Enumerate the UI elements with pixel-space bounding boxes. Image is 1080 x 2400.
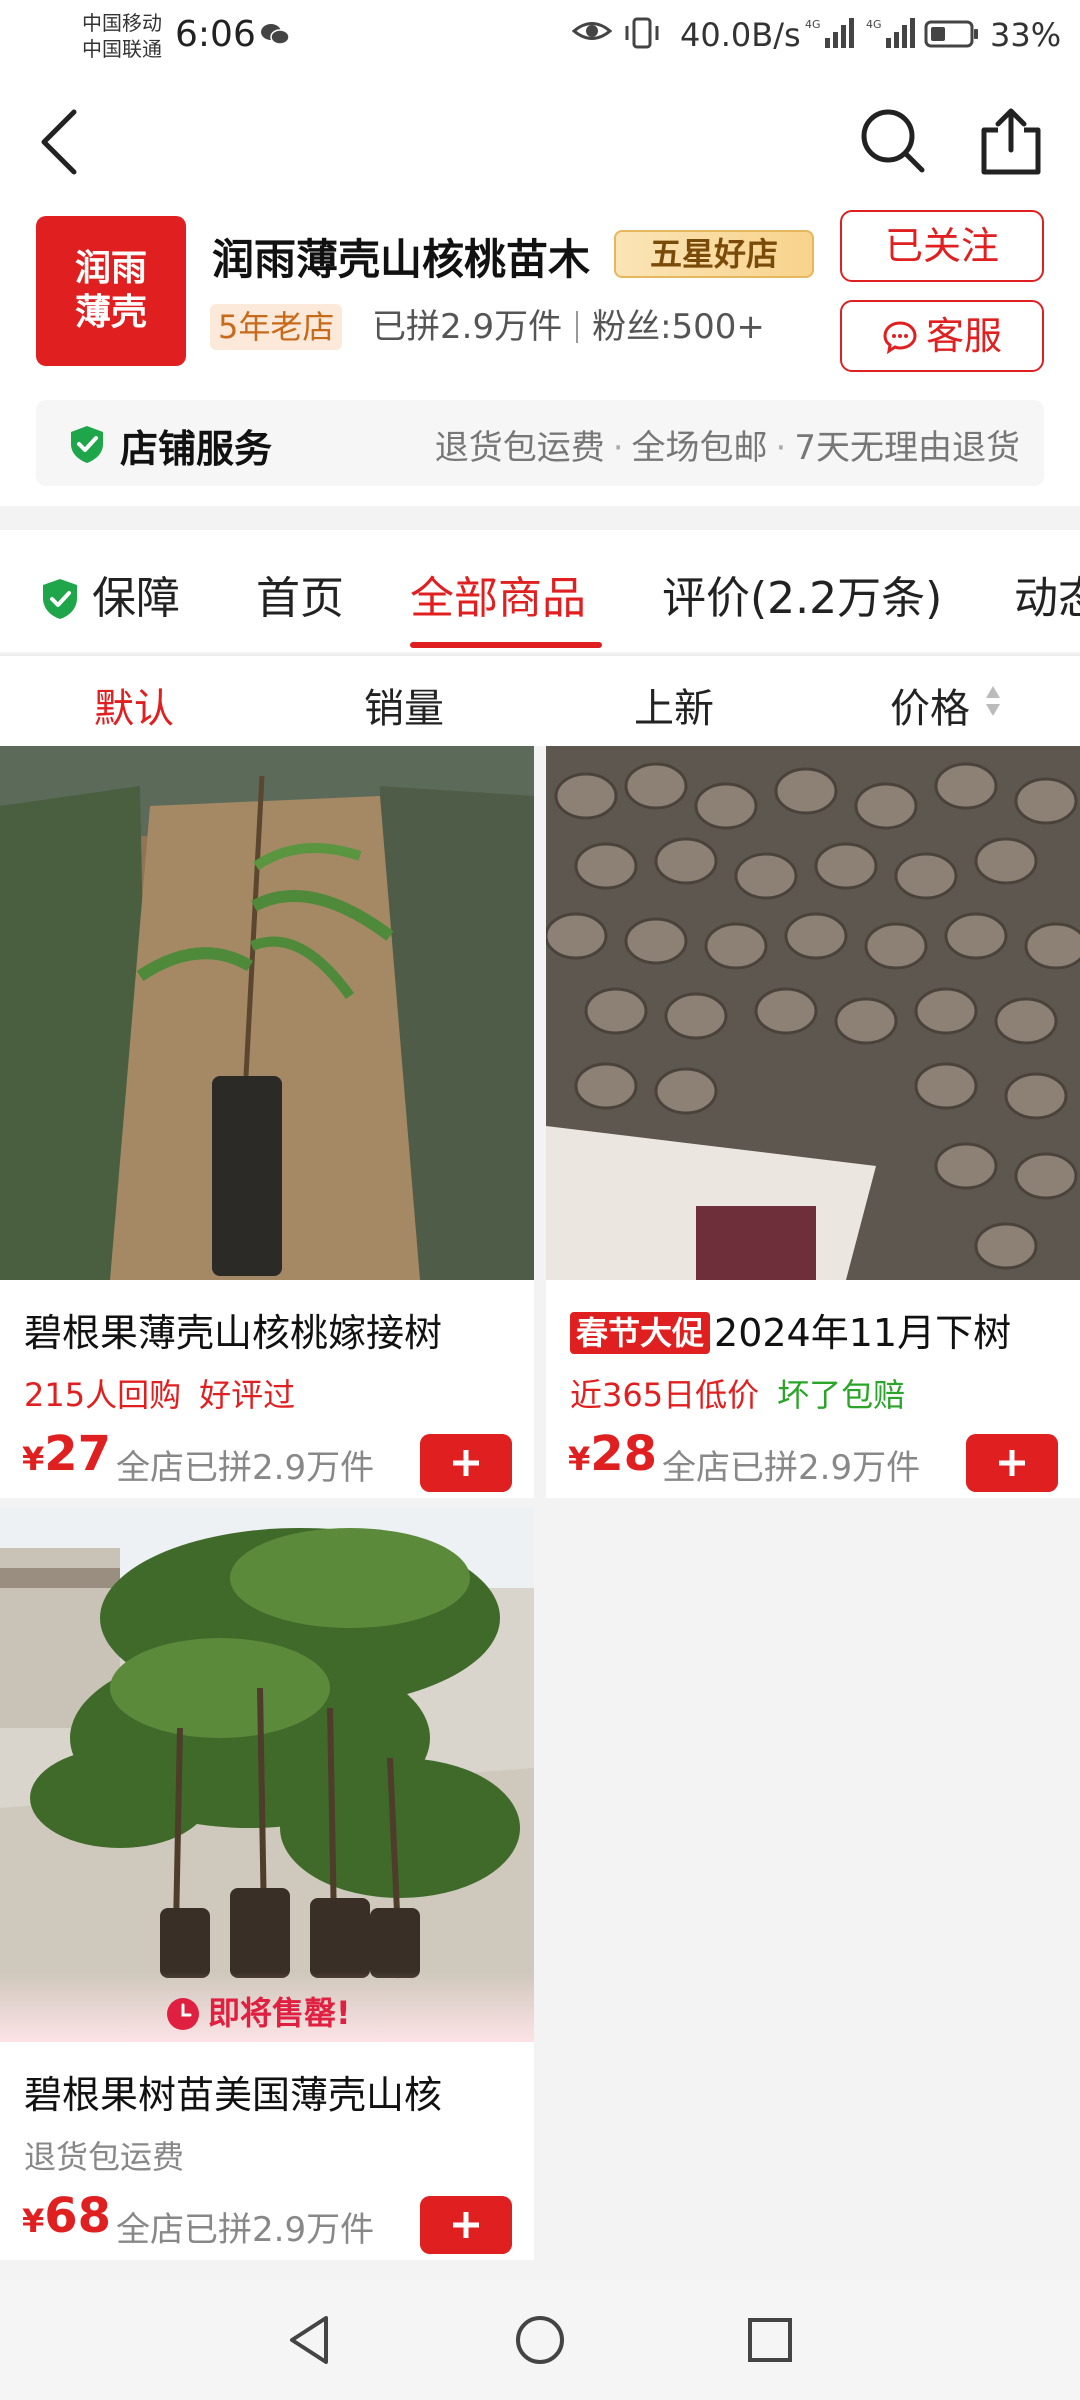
product-sold: 全店已拼2.9万件 [116, 1448, 375, 1488]
product-title: 碧根果薄壳山核桃嫁接树 [24, 1311, 443, 1355]
tab-all-products[interactable]: 全部商品 [410, 562, 586, 626]
nav-recent-icon[interactable] [740, 2310, 800, 2370]
shop-logo[interactable]: 润雨薄壳 [36, 216, 186, 366]
product-image [0, 1508, 534, 2042]
net-speed: 40.0B/s [680, 16, 801, 54]
wechat-icon [261, 24, 290, 45]
product-card[interactable]: 春节大促 2024年11月下树 近365日低价 坏了包赔 ¥28 全店已拼2.9万件 [546, 746, 1080, 1498]
chat-icon [883, 321, 917, 355]
sold-out-soon-label: 即将售罄! [208, 1994, 351, 2032]
tab-underline [410, 642, 602, 648]
signal-icon-2: 4G [866, 18, 915, 48]
plus-icon[interactable] [966, 1434, 1058, 1492]
product-title: 春节大促 2024年11月下树 [570, 1302, 1070, 1357]
shop-page: 中国移动 中国联通 6:06 40.0B/s 4G 4G 33% 润雨薄壳 润雨… [0, 0, 1080, 2400]
shield-icon [71, 426, 103, 463]
product-image [0, 746, 534, 1280]
sort-price[interactable]: 价格 [890, 676, 970, 734]
star-badge: 五星好店 [614, 230, 814, 278]
service-items: 退货包运费 · 全场包邮 · 7天无理由退货 [434, 428, 1020, 468]
sort-sales[interactable]: 销量 [364, 676, 444, 734]
shop-header: 润雨薄壳 润雨薄壳山核桃苗木 五星好店 5年老店 已拼2.9万件 粉丝:500+ … [0, 206, 1080, 506]
product-price: ¥27 [22, 1426, 112, 1482]
product-tag: 近365日低价 [570, 1376, 760, 1414]
carrier-1: 中国移动 [82, 11, 162, 35]
tab-guarantee[interactable]: 保障 [40, 562, 180, 626]
follow-button[interactable]: 已关注 [840, 210, 1044, 282]
plus-icon[interactable] [420, 2196, 512, 2254]
shop-meta: 已拼2.9万件 粉丝:500+ [372, 304, 765, 350]
battery-percent: 33% [990, 16, 1062, 54]
back-icon[interactable] [30, 102, 90, 182]
top-nav [0, 76, 1080, 206]
age-badge: 5年老店 [210, 304, 343, 350]
sold-out-soon: 即将售罄! [166, 1988, 351, 2034]
nav-back-icon[interactable] [280, 2310, 340, 2370]
tab-home[interactable]: 首页 [256, 562, 344, 626]
system-nav-bar [0, 2280, 1080, 2400]
product-title-text: 2024年11月下树 [714, 1311, 1012, 1355]
sold-out-soon-banner: 即将售罄! [0, 1972, 534, 2042]
product-card[interactable]: 即将售罄! 碧根果树苗美国薄壳山核 退货包运费 ¥68 全店已拼2.9万件 [0, 1508, 534, 2260]
shop-logo-text: 润雨薄壳 [74, 248, 147, 333]
carrier-info: 中国移动 中国联通 [82, 10, 162, 62]
promo-badge: 春节大促 [570, 1312, 711, 1354]
product-price: ¥68 [22, 2188, 112, 2244]
service-item: 退货包运费 [434, 428, 605, 468]
product-tags: 近365日低价 坏了包赔 [570, 1370, 905, 1416]
eye-icon [572, 22, 612, 40]
product-sold: 全店已拼2.9万件 [116, 2210, 375, 2250]
clock-icon [167, 1998, 199, 2030]
product-tag: 好评过 [199, 1376, 296, 1414]
product-tags: 退货包运费 [24, 2132, 184, 2178]
shop-sold: 已拼2.9万件 [372, 307, 563, 347]
product-tag: 215人回购 [24, 1376, 182, 1414]
sort-bar: 默认 销量 上新 价格 [0, 654, 1080, 746]
svg-text:4G: 4G [805, 18, 821, 31]
shop-name[interactable]: 润雨薄壳山核桃苗木 [212, 226, 612, 282]
service-title: 店铺服务 [120, 427, 273, 471]
share-icon[interactable] [978, 106, 1044, 176]
battery-icon [924, 20, 978, 48]
product-title: 碧根果树苗美国薄壳山核 [24, 2073, 443, 2117]
sort-default[interactable]: 默认 [94, 676, 174, 734]
customer-service-label: 客服 [925, 314, 1002, 358]
product-tag: 坏了包赔 [777, 1376, 906, 1414]
shop-service-bar[interactable]: 店铺服务 退货包运费 · 全场包邮 · 7天无理由退货 [36, 400, 1044, 486]
search-icon[interactable] [858, 106, 928, 176]
nav-home-icon[interactable] [510, 2310, 570, 2370]
tab-activity[interactable]: 动态 [1014, 562, 1080, 626]
shop-tabs: 保障 首页 全部商品 评价(2.2万条) 动态 [0, 530, 1080, 652]
status-bar: 中国移动 中国联通 6:06 40.0B/s 4G 4G 33% [0, 0, 1080, 76]
product-tag: 退货包运费 [24, 2138, 185, 2176]
product-price: ¥28 [568, 1426, 658, 1482]
clock: 6:06 [175, 14, 256, 55]
plus-icon[interactable] [420, 1434, 512, 1492]
shop-fans: 粉丝:500+ [592, 307, 765, 347]
carrier-2: 中国联通 [82, 37, 162, 61]
signal-icon: 4G [805, 18, 854, 48]
sort-arrows-icon [986, 686, 1000, 716]
product-tags: 215人回购 好评过 [24, 1370, 313, 1416]
product-sold: 全店已拼2.9万件 [662, 1448, 921, 1488]
tab-reviews[interactable]: 评价(2.2万条) [662, 562, 942, 626]
vibrate-icon [625, 17, 659, 49]
product-image [546, 746, 1080, 1280]
divider [576, 311, 579, 343]
svg-text:4G: 4G [866, 18, 882, 31]
tab-label: 保障 [92, 573, 180, 624]
status-icons: 40.0B/s 4G 4G 33% [480, 14, 1080, 54]
product-card[interactable]: 碧根果薄壳山核桃嫁接树 215人回购 好评过 ¥27 全店已拼2.9万件 [0, 746, 534, 1498]
customer-service-button[interactable]: 客服 [840, 300, 1044, 372]
service-item: 全场包邮 [631, 428, 768, 468]
sort-new[interactable]: 上新 [634, 676, 714, 734]
shield-icon [43, 579, 77, 619]
service-item: 7天无理由退货 [794, 428, 1020, 468]
